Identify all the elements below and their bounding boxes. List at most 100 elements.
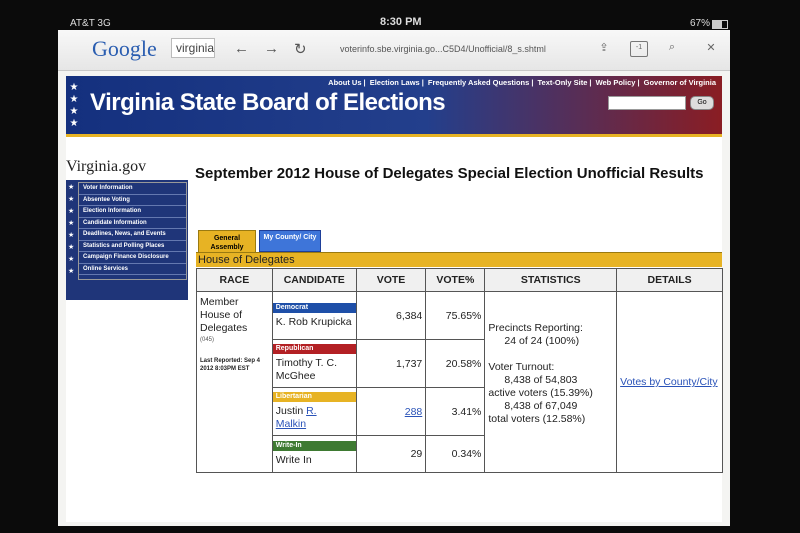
vote-count: 6,384: [355, 291, 427, 340]
header-statistics: STATISTICS: [484, 268, 618, 292]
page-title: September 2012 House of Delegates Specia…: [195, 165, 704, 182]
precincts-label: Precincts Reporting:: [488, 322, 583, 334]
turnout-label: Voter Turnout:: [488, 361, 555, 373]
star-icon: ★: [68, 268, 75, 275]
nav-deadlines-news-events[interactable]: Deadlines, News, and Events: [79, 229, 186, 241]
star-icon: ★: [68, 232, 75, 239]
header-details: DETAILS: [616, 268, 723, 292]
star-icon: ★: [68, 184, 75, 191]
nav-online-services[interactable]: Online Services: [79, 264, 186, 275]
browser-toolbar: Google virginia ← → ↻ voterinfo.sbe.virg…: [58, 30, 730, 71]
reload-icon[interactable]: ↻: [294, 40, 307, 58]
table-header-row: RACE CANDIDATE VOTE VOTE% STATISTICS DET…: [196, 268, 723, 292]
turnout-active-count: 8,438 of 54,803: [504, 374, 578, 386]
vote-percent: 0.34%: [425, 435, 486, 473]
table-row: Member House of Delegates (045) Last Rep…: [196, 291, 723, 473]
battery-percent: 67%: [690, 18, 711, 29]
candidate-name: Timothy T. C. McGhee: [275, 357, 337, 382]
left-navigation: ★ ★ ★ ★ ★ ★ ★ ★ Voter Information Absent…: [66, 180, 188, 300]
nav-campaign-finance[interactable]: Campaign Finance Disclosure: [79, 252, 186, 264]
share-icon[interactable]: ⇪: [596, 41, 612, 55]
search-field[interactable]: virginia: [171, 38, 215, 58]
turnout-total-percent: total voters (12.58%): [488, 413, 586, 425]
party-label-republican: Republican: [272, 344, 356, 354]
turnout-active-percent: active voters (15.39%): [488, 387, 593, 399]
nav-statistics-polling[interactable]: Statistics and Polling Places: [79, 241, 186, 252]
race-code: (045): [200, 337, 215, 343]
header-vote-percent: VOTE%: [425, 268, 486, 292]
candidate-cell: Libertarian Justin R. Malkin: [271, 387, 357, 436]
left-nav-list: Voter Information Absentee Voting Electi…: [78, 182, 187, 280]
star-icon: ★: [68, 220, 75, 227]
nav-election-information[interactable]: Election Information: [79, 206, 186, 218]
party-label-democrat: Democrat: [272, 302, 356, 313]
section-header: House of Delegates: [196, 252, 722, 267]
star-icon: ★: [68, 244, 75, 251]
candidate-cell: Write-In Write In: [271, 435, 357, 473]
vote-count-link[interactable]: 288: [405, 406, 423, 418]
candidate-name: K. Rob Krupicka: [275, 315, 352, 328]
candidate-cell: Democrat K. Rob Krupicka: [271, 291, 357, 340]
vote-percent: 75.65%: [425, 291, 486, 340]
browser-window: Google virginia ← → ↻ voterinfo.sbe.virg…: [58, 30, 730, 526]
race-name: Member House of Delegates: [200, 296, 248, 334]
candidate-name: Justin R. Malkin: [273, 402, 356, 431]
vote-count: 29: [355, 435, 427, 473]
link-about-us[interactable]: About Us: [328, 78, 361, 87]
race-cell: Member House of Delegates (045) Last Rep…: [196, 291, 273, 473]
vote-count: 288: [355, 387, 427, 436]
link-governor[interactable]: Governor of Virginia: [644, 78, 716, 87]
site-title[interactable]: Virginia State Board of Elections: [90, 89, 446, 117]
star-icon: ★: [68, 256, 75, 263]
star-icon: ★: [68, 196, 75, 203]
web-page: ★ ★ ★ ★ Virginia State Board of Elections A…: [66, 76, 723, 522]
site-search-go-button[interactable]: Go: [690, 96, 714, 110]
clock: 8:30 PM: [380, 16, 422, 28]
candidate-link-initial[interactable]: R.: [306, 405, 317, 417]
results-table: RACE CANDIDATE VOTE VOTE% STATISTICS DET…: [196, 268, 723, 473]
star-icons: ★ ★ ★ ★: [69, 82, 79, 129]
top-links: About Us | Election Laws | Frequently Aske…: [328, 78, 716, 87]
vote-percent: 20.58%: [425, 339, 486, 388]
party-label-libertarian: Libertarian: [272, 392, 356, 402]
carrier-label: AT&T 3G: [70, 18, 111, 29]
precincts-value: 24 of 24 (100%): [504, 335, 580, 347]
battery-icon: [712, 20, 728, 29]
tabs-icon[interactable]: -1: [630, 41, 648, 57]
site-search-input[interactable]: [608, 96, 686, 110]
google-logo[interactable]: Google: [92, 36, 157, 62]
virginia-gov-logo[interactable]: Virginia.gov: [66, 158, 146, 176]
turnout-total-count: 8,438 of 67,049: [504, 400, 578, 412]
header-race: RACE: [196, 268, 273, 292]
link-election-laws[interactable]: Election Laws: [370, 78, 420, 87]
back-arrow-icon[interactable]: ←: [234, 40, 249, 57]
link-faq[interactable]: Frequently Asked Questions: [428, 78, 529, 87]
votes-by-county-link[interactable]: Votes by County/City: [620, 376, 717, 388]
vote-percent: 3.41%: [425, 387, 486, 436]
nav-candidate-information[interactable]: Candidate Information: [79, 218, 186, 229]
candidate-first-name: Justin: [275, 405, 304, 417]
header-candidate: CANDIDATE: [271, 268, 357, 292]
party-label-write-in: Write-In: [272, 441, 356, 451]
zoom-search-icon[interactable]: ⌕: [664, 41, 680, 55]
close-icon[interactable]: ✕: [703, 41, 719, 55]
candidate-name: Write In: [275, 454, 312, 466]
vote-count: 1,737: [355, 339, 427, 388]
device-status-bar: AT&T 3G 8:30 PM 67%: [0, 0, 800, 30]
link-web-policy[interactable]: Web Policy: [596, 78, 636, 87]
statistics-cell: Precincts Reporting: 24 of 24 (100%) Vot…: [484, 291, 618, 473]
forward-arrow-icon[interactable]: →: [264, 40, 279, 57]
details-cell: Votes by County/City: [616, 291, 723, 473]
candidate-link-surname[interactable]: Malkin: [276, 418, 306, 430]
nav-voter-information[interactable]: Voter Information: [79, 183, 186, 195]
tab-general-assembly[interactable]: General Assembly: [198, 230, 256, 254]
nav-absentee-voting[interactable]: Absentee Voting: [79, 195, 186, 206]
header-vote: VOTE: [355, 268, 427, 292]
site-banner: ★ ★ ★ ★ Virginia State Board of Elections A…: [66, 76, 722, 137]
address-bar[interactable]: voterinfo.sbe.virginia.go...C5D4/Unoffic…: [340, 44, 546, 54]
star-icon: ★: [68, 208, 75, 215]
candidate-cell: Republican Timothy T. C. McGhee: [271, 339, 357, 388]
link-text-only[interactable]: Text-Only Site: [538, 78, 588, 87]
tab-my-county-city[interactable]: My County/ City: [259, 230, 321, 252]
last-reported: Last Reported: Sep 4 2012 8:03PM EST: [200, 358, 261, 372]
